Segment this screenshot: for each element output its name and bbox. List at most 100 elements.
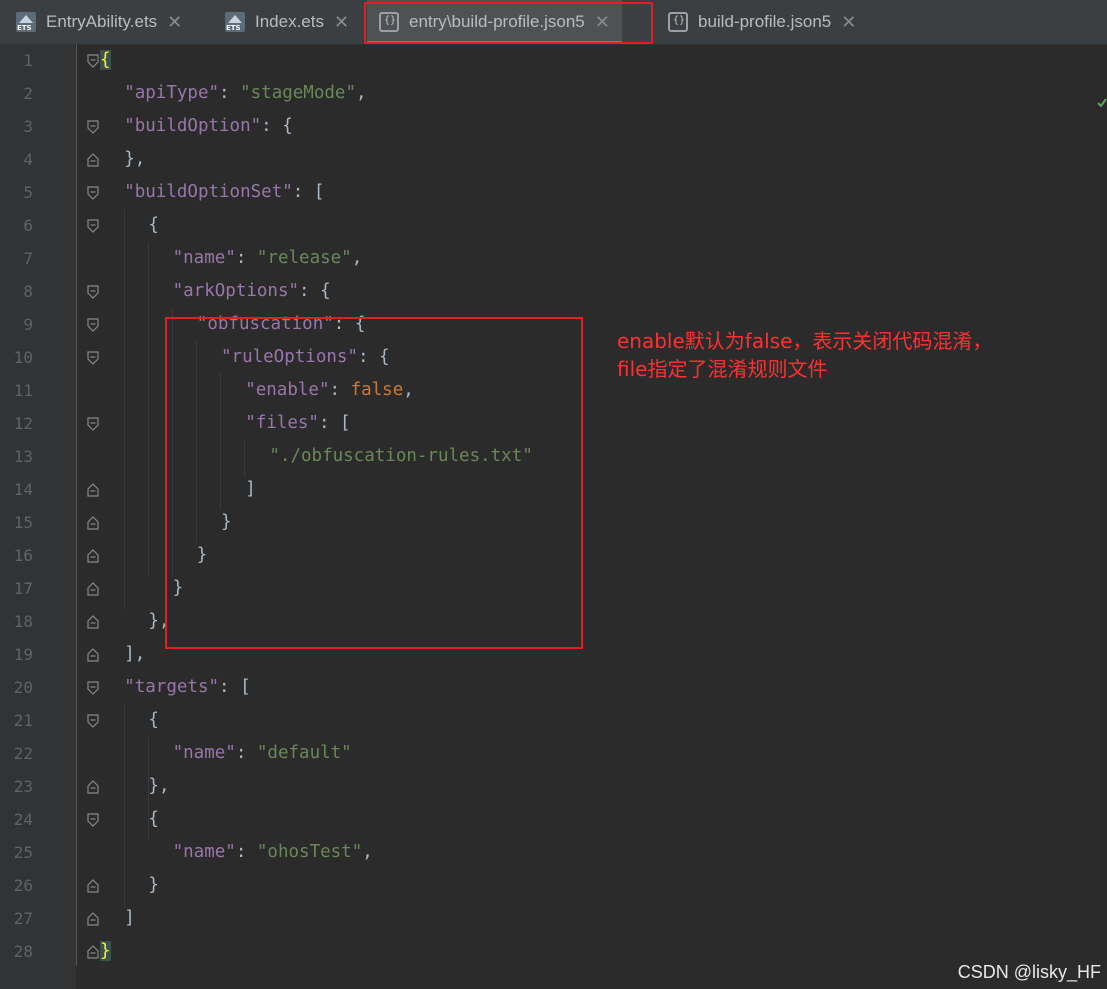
code-line: "enable": false, (245, 380, 414, 400)
editor-tab-bar: EntryAbility.ets ✕ Index.ets ✕ entry\bui… (0, 0, 1107, 45)
line-number: 12 (13, 414, 33, 433)
code-line: { (148, 215, 159, 235)
code-line: "files": [ (245, 413, 351, 433)
tab-index[interactable]: Index.ets ✕ (225, 0, 349, 44)
line-number: 1 (23, 51, 33, 70)
fold-open-icon[interactable] (86, 813, 100, 827)
indent-guide (172, 308, 173, 576)
annotation-line-2: file指定了混淆规则文件 (617, 357, 828, 381)
code-line: "./obfuscation-rules.txt" (269, 446, 533, 466)
code-line: }, (148, 611, 170, 631)
annotation-line-1: enable默认为false，表示关闭代码混淆， (617, 329, 993, 353)
code-line: { (148, 809, 159, 829)
line-number: 26 (13, 876, 33, 895)
tab-label: entry\build-profile.json5 (409, 12, 585, 31)
line-number: 10 (13, 348, 33, 367)
fold-open-icon[interactable] (86, 351, 100, 365)
annotation-text: enable默认为false，表示关闭代码混淆， file指定了混淆规则文件 (617, 327, 992, 383)
fold-open-icon[interactable] (86, 318, 100, 332)
json-file-icon (668, 12, 688, 32)
indent-guide (244, 440, 245, 477)
fold-close-icon[interactable] (86, 912, 100, 926)
fold-open-icon[interactable] (86, 219, 100, 233)
line-number: 27 (13, 909, 33, 928)
fold-close-icon[interactable] (86, 648, 100, 662)
fold-close-icon[interactable] (86, 945, 100, 959)
close-icon[interactable]: ✕ (841, 12, 856, 33)
code-line: "apiType": "stageMode", (124, 83, 367, 103)
code-line: "name": "ohosTest", (172, 842, 373, 862)
indent-guide (196, 341, 197, 543)
code-line: ], (124, 644, 146, 664)
code-line: ] (245, 479, 256, 499)
line-number: 13 (13, 447, 33, 466)
fold-open-icon[interactable] (86, 54, 100, 68)
line-number: 20 (13, 678, 33, 697)
tab-entry-build-profile[interactable]: entry\build-profile.json5 ✕ (367, 0, 622, 44)
code-line: "buildOptionSet": [ (124, 182, 325, 202)
line-number: 22 (13, 744, 33, 763)
code-line: }, (148, 776, 170, 796)
watermark: CSDN @lisky_HF (957, 962, 1101, 982)
fold-close-icon[interactable] (86, 615, 100, 629)
fold-close-icon[interactable] (86, 582, 100, 596)
line-number: 25 (13, 843, 33, 862)
code-line: "targets": [ (124, 677, 251, 697)
line-number: 5 (23, 183, 33, 202)
fold-open-icon[interactable] (86, 285, 100, 299)
code-line: { (148, 710, 159, 730)
line-number: 21 (13, 711, 33, 730)
code-line: "name": "release", (172, 248, 363, 268)
indent-guide (148, 242, 149, 576)
fold-close-icon[interactable] (86, 879, 100, 893)
code-line: } (221, 512, 232, 532)
line-number: 14 (13, 480, 33, 499)
line-number: 9 (23, 315, 33, 334)
close-icon[interactable]: ✕ (595, 12, 610, 33)
tab-build-profile[interactable]: build-profile.json5 ✕ (668, 0, 856, 44)
tab-label: Index.ets (255, 12, 324, 31)
code-line: } (148, 875, 159, 895)
fold-close-icon[interactable] (86, 483, 100, 497)
fold-open-icon[interactable] (86, 120, 100, 134)
json-file-icon (379, 12, 399, 32)
code-line: } (100, 941, 111, 961)
ets-file-icon (16, 12, 36, 32)
close-icon[interactable]: ✕ (334, 12, 349, 33)
line-number: 23 (13, 777, 33, 796)
line-number: 6 (23, 216, 33, 235)
line-number: 3 (23, 117, 33, 136)
line-number: 19 (13, 645, 33, 664)
fold-close-icon[interactable] (86, 549, 100, 563)
code-editor[interactable]: 1 {2 "apiType": "stageMode", 3 "buildOption"… (0, 44, 1107, 989)
code-line: } (172, 578, 184, 598)
fold-open-icon[interactable] (86, 417, 100, 431)
tab-label: EntryAbility.ets (46, 12, 158, 31)
fold-open-icon[interactable] (86, 714, 100, 728)
tab-label: build-profile.json5 (698, 12, 832, 31)
check-icon (1097, 98, 1107, 108)
line-number: 7 (23, 249, 33, 268)
indent-guide (124, 209, 125, 609)
code-line: "ruleOptions": { (221, 347, 390, 367)
code-line: "name": "default" (172, 743, 352, 763)
close-icon[interactable]: ✕ (167, 12, 182, 33)
line-number: 24 (13, 810, 33, 829)
line-number: 16 (13, 546, 33, 565)
fold-close-icon[interactable] (86, 780, 100, 794)
fold-close-icon[interactable] (86, 516, 100, 530)
gutter-separator (76, 44, 77, 966)
code-line: }, (124, 149, 146, 169)
line-number: 17 (13, 579, 33, 598)
tab-entryability[interactable]: EntryAbility.ets ✕ (16, 0, 182, 44)
code-line: "arkOptions": { (172, 281, 331, 301)
code-line: { (100, 50, 111, 70)
indent-guide (124, 704, 125, 906)
fold-close-icon[interactable] (86, 153, 100, 167)
line-number: 8 (23, 282, 33, 301)
fold-open-icon[interactable] (86, 186, 100, 200)
code-line: "obfuscation": { (196, 314, 366, 334)
ets-file-icon (225, 12, 245, 32)
fold-open-icon[interactable] (86, 681, 100, 695)
line-number: 28 (13, 942, 33, 961)
